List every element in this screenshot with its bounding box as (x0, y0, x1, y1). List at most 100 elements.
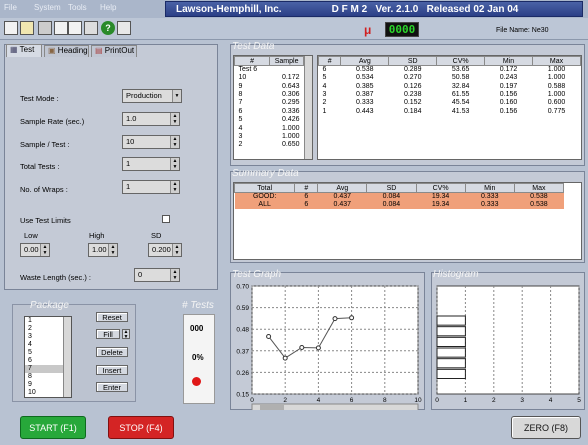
table-cell: 2 (322, 99, 327, 107)
table-cell: 0.243 (499, 74, 518, 82)
table-row: 2 0.333 0.152 45.54 0.160 0.600 (319, 99, 581, 107)
data-point (349, 315, 355, 321)
column-header: Avg (317, 183, 368, 193)
x-tick-label: 2 (492, 397, 496, 404)
x-tick-label: 3 (520, 397, 524, 404)
spin-arrows-icon[interactable]: ▲ ▼ (170, 136, 179, 148)
table-cell: 0.084 (382, 193, 401, 200)
summary-header-row: Total # Avg SD CV% Min Max (234, 183, 565, 193)
x-tick-label: 2 (283, 397, 287, 404)
start-button[interactable]: START (F1) (20, 416, 86, 439)
table-row: 8 0.306 (235, 91, 304, 99)
menu-system[interactable]: System (34, 3, 61, 12)
low-stepper[interactable]: 0.00 ▲ ▼ (20, 243, 50, 257)
delete-button[interactable]: Delete (96, 347, 128, 357)
samples-table[interactable]: # Sample Test 6 10 0.172 9 0.643 8 0.306 7 0.295 6… (233, 55, 313, 160)
summary-row: GOOD: 6 0.437 0.084 19.34 0.333 0.538 (234, 192, 564, 201)
menu-file[interactable]: File (4, 3, 17, 12)
table-cell: 1.000 (547, 74, 566, 82)
save-icon[interactable] (38, 21, 52, 35)
summary-table[interactable]: Total # Avg SD CV% Min Max GOOD: 6 0.437 0.084 19.… (233, 182, 582, 260)
tab-heading[interactable]: ▣ Heading (44, 45, 89, 57)
test-tab-icon: ▦ (10, 45, 18, 54)
table-cell: 9 (238, 82, 243, 90)
info-icon[interactable] (117, 21, 131, 35)
waste-length-value: 0 (138, 270, 143, 279)
table-cell: 0.333 (480, 201, 499, 209)
enter-button[interactable]: Enter (96, 382, 128, 392)
table-cell: GOOD: (252, 193, 277, 200)
y-tick-label: 0.59 (236, 305, 249, 312)
sd-stepper[interactable]: 0.200 ▲ ▼ (148, 243, 182, 257)
tab-test[interactable]: ▦ Test (6, 44, 42, 57)
heading-tab-icon: ▣ (48, 46, 56, 55)
table-cell: 19.34 (431, 201, 450, 209)
table-cell: 0.306 (281, 90, 300, 98)
table-cell: 0.426 (281, 116, 300, 124)
high-stepper[interactable]: 1.00 ▲ ▼ (88, 243, 118, 257)
data-point (299, 344, 305, 350)
waste-length-stepper[interactable]: 0 ▲ ▼ (134, 268, 180, 282)
stats-header-row: # Avg SD CV% Min Max (318, 56, 581, 66)
table-cell: 0.650 (281, 141, 300, 149)
reset-button[interactable]: Reset (96, 312, 128, 322)
table-cell: 0.238 (403, 90, 422, 98)
spin-arrows-icon[interactable]: ▲ ▼ (170, 158, 179, 170)
table-cell: 0.197 (499, 82, 518, 90)
table-cell: 0.289 (403, 66, 422, 73)
company-name: Lawson-Hemphill, Inc. (176, 3, 282, 15)
menu-tools[interactable]: Tools (68, 3, 87, 12)
tab-printout[interactable]: ▤ PrintOut (91, 45, 137, 57)
y-tick-label: 0.48 (236, 327, 249, 334)
lock-icon[interactable] (84, 21, 98, 35)
package-list[interactable]: 1 2 3 4 5 6 7 8 9 10 (24, 316, 72, 398)
wraps-label: No. of Wraps : (20, 185, 68, 194)
table-row: 10 0.172 (235, 74, 304, 82)
tests-count-title: # Tests (182, 300, 214, 311)
spin-arrows-icon[interactable]: ▲ ▼ (170, 113, 179, 125)
test-mode-select[interactable]: Production ▼ (122, 89, 182, 103)
wraps-stepper[interactable]: 1 ▲ ▼ (122, 180, 180, 194)
menu-help[interactable]: Help (100, 3, 116, 12)
sample-rate-value: 1.0 (126, 114, 137, 123)
table-cell: 0.333 (480, 193, 499, 200)
data-point (266, 333, 272, 339)
zero-button[interactable]: ZERO (F8) (511, 416, 581, 439)
table-cell: 0.437 (333, 193, 352, 200)
spin-arrows-icon[interactable]: ▲ ▼ (40, 244, 49, 256)
spin-arrows-icon[interactable]: ▲ ▼ (172, 244, 181, 256)
print-icon[interactable] (68, 21, 82, 35)
table-cell: 0.643 (281, 82, 300, 90)
spin-arrows-icon[interactable]: ▲ ▼ (108, 244, 117, 256)
fill-button[interactable]: Fill (96, 329, 120, 339)
total-tests-value: 1 (126, 159, 131, 168)
package-scrollbar[interactable] (63, 317, 71, 397)
open-folder-icon[interactable] (20, 21, 34, 35)
new-file-icon[interactable] (4, 21, 18, 35)
x-tick-label: 10 (414, 397, 422, 404)
print-preview-icon[interactable] (54, 21, 68, 35)
total-tests-stepper[interactable]: 1 ▲ ▼ (122, 157, 180, 171)
sample-test-label: Sample / Test : (20, 140, 70, 149)
stop-button[interactable]: STOP (F4) (108, 416, 174, 439)
use-limits-checkbox[interactable] (162, 215, 170, 223)
table-cell: 0.775 (547, 107, 566, 115)
x-tick-label: 8 (383, 397, 387, 404)
spin-arrows-icon[interactable]: ▲ ▼ (170, 269, 179, 281)
column-header: SD (388, 56, 438, 66)
spin-arrows-icon[interactable]: ▲ ▼ (170, 181, 179, 193)
samples-scrollbar[interactable] (304, 56, 312, 159)
table-cell: 0.160 (499, 99, 518, 107)
table-cell: 41.53 (451, 107, 470, 115)
help-icon[interactable]: ? (101, 21, 115, 35)
stats-table[interactable]: # Avg SD CV% Min Max 6 0.538 0.289 53.65 0.172 1.0… (317, 55, 582, 160)
chevron-down-icon[interactable]: ▼ (172, 90, 181, 102)
use-limits-label: Use Test Limits (20, 216, 71, 225)
sample-test-stepper[interactable]: 10 ▲ ▼ (122, 135, 180, 149)
table-cell: 0.184 (403, 107, 422, 115)
insert-button[interactable]: Insert (96, 365, 128, 375)
fill-spin-icon[interactable]: ▲ ▼ (122, 329, 130, 340)
column-header: CV% (436, 56, 486, 66)
scrollbar-thumb[interactable] (260, 405, 284, 410)
sample-rate-stepper[interactable]: 1.0 ▲ ▼ (122, 112, 180, 126)
